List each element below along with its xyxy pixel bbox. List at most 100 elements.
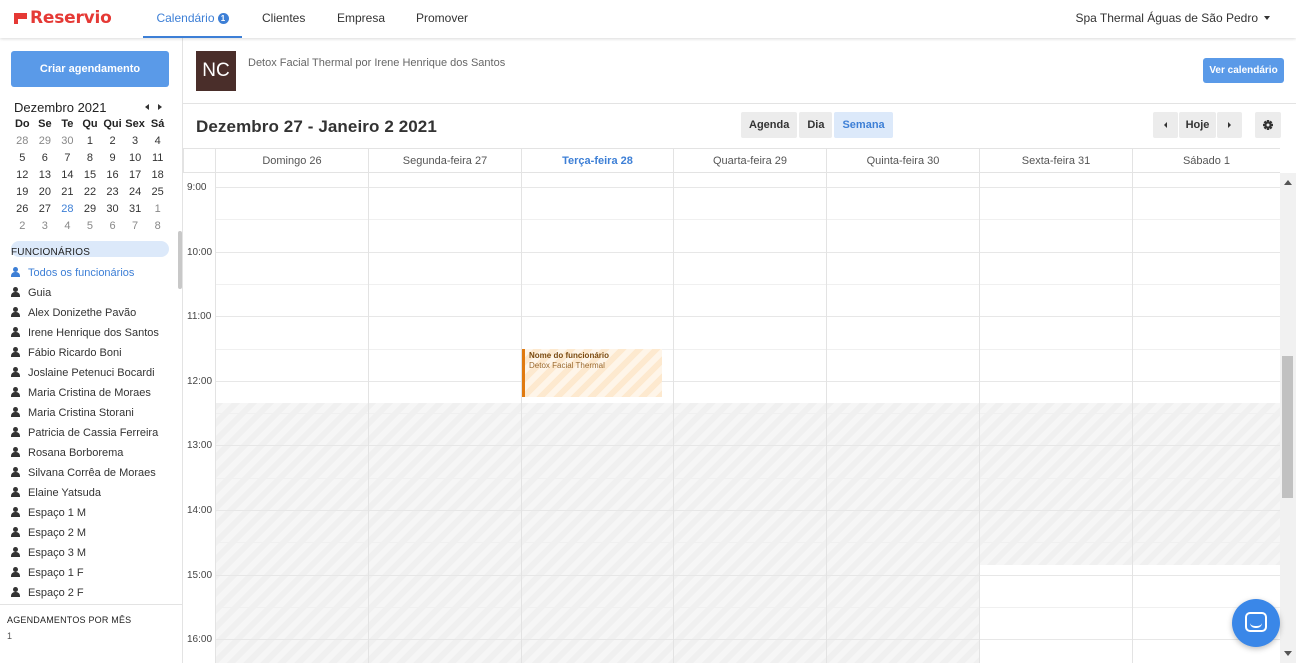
hour-label: 13:00 (187, 440, 213, 452)
nav-clientes[interactable]: Clientes (262, 0, 305, 38)
mini-calendar-day[interactable]: 3 (34, 218, 57, 235)
person-icon (11, 407, 20, 417)
logo-text: Reservio (30, 8, 112, 28)
staff-item[interactable]: Joslaine Petenuci Bocardi (11, 363, 176, 383)
staff-item[interactable]: Espaço 3 M (11, 543, 176, 563)
mini-calendar-day[interactable]: 10 (124, 150, 147, 167)
day-header[interactable]: Segunda-feira 27 (368, 148, 521, 173)
mini-calendar-day[interactable]: 17 (124, 167, 147, 184)
mini-calendar-day[interactable]: 2 (101, 133, 124, 150)
nav-promover[interactable]: Promover (416, 0, 468, 38)
mini-calendar-day[interactable]: 31 (124, 201, 147, 218)
mini-calendar-day[interactable]: 14 (56, 167, 79, 184)
prev-week-button[interactable] (1153, 112, 1178, 138)
calendar-body[interactable]: 9:00 10:00 11:00 12:00 13:00 14:00 15:00 16:00 … (183, 173, 1280, 663)
mini-calendar-day[interactable]: 28 (11, 133, 34, 150)
staff-item[interactable]: Patricia de Cassia Ferreira (11, 423, 176, 443)
mini-calendar-day[interactable]: 6 (34, 150, 57, 167)
reservio-logo[interactable]: Reservio (14, 6, 112, 30)
prev-month-icon[interactable] (145, 104, 149, 110)
divider (0, 604, 183, 605)
staff-item[interactable]: Espaço 1 M (11, 503, 176, 523)
scrollbar-thumb[interactable] (1282, 356, 1293, 498)
day-header[interactable]: Quinta-feira 30 (826, 148, 979, 173)
mini-calendar-day[interactable]: 12 (11, 167, 34, 184)
mini-calendar-day[interactable]: 8 (79, 150, 102, 167)
view-week-button[interactable]: Semana (834, 112, 893, 138)
nav-calendario[interactable]: Calendário 1 (143, 0, 242, 38)
staff-item[interactable]: Fábio Ricardo Boni (11, 343, 176, 363)
mini-calendar-day[interactable]: 20 (34, 184, 57, 201)
day-header[interactable]: Quarta-feira 29 (673, 148, 826, 173)
nav-empresa[interactable]: Empresa (337, 0, 385, 38)
time-gutter-header (183, 148, 215, 173)
next-month-icon[interactable] (158, 104, 162, 110)
calendar-scrollbar[interactable] (1280, 173, 1296, 663)
staff-item[interactable]: Espaço 2 M (11, 523, 176, 543)
today-button[interactable]: Hoje (1179, 112, 1216, 138)
mini-calendar-day[interactable]: 30 (56, 133, 79, 150)
staff-item[interactable]: Elaine Yatsuda (11, 483, 176, 503)
day-header[interactable]: Sexta-feira 31 (979, 148, 1132, 173)
staff-item[interactable]: Irene Henrique dos Santos (11, 323, 176, 343)
sidebar-scrollbar[interactable] (178, 231, 182, 289)
staff-item[interactable]: Todos os funcionários (11, 263, 176, 283)
view-calendar-button[interactable]: Ver calendário (1203, 58, 1284, 83)
mini-calendar-day[interactable]: 6 (101, 218, 124, 235)
mini-calendar-day[interactable]: 5 (11, 150, 34, 167)
mini-calendar-day[interactable]: 4 (56, 218, 79, 235)
staff-item[interactable]: Espaço 1 F (11, 563, 176, 583)
chat-icon (1245, 612, 1267, 632)
scroll-down-icon[interactable] (1284, 651, 1292, 656)
mini-calendar-day[interactable]: 21 (56, 184, 79, 201)
mini-calendar-day[interactable]: 28 (56, 201, 79, 218)
mini-calendar-day[interactable]: 18 (146, 167, 169, 184)
next-week-button[interactable] (1217, 112, 1242, 138)
mini-calendar-day[interactable]: 24 (124, 184, 147, 201)
day-header[interactable]: Terça-feira 28 (521, 148, 673, 173)
staff-item[interactable]: Guia (11, 283, 176, 303)
view-day-button[interactable]: Dia (799, 112, 833, 138)
mini-calendar-day[interactable]: 15 (79, 167, 102, 184)
mini-calendar-day[interactable]: 7 (124, 218, 147, 235)
staff-item[interactable]: Maria Cristina de Moraes (11, 383, 176, 403)
settings-button[interactable] (1255, 112, 1281, 138)
mini-calendar-day[interactable]: 25 (146, 184, 169, 201)
company-selector[interactable]: Spa Thermal Águas de São Pedro (1075, 0, 1270, 38)
staff-item[interactable]: Silvana Corrêa de Moraes (11, 463, 176, 483)
day-header[interactable]: Sábado 1 (1132, 148, 1280, 173)
mini-calendar-day[interactable]: 3 (124, 133, 147, 150)
mini-calendar-day[interactable]: 13 (34, 167, 57, 184)
mini-calendar-day[interactable]: 29 (34, 133, 57, 150)
slot-line (215, 380, 1280, 382)
staff-item[interactable]: Maria Cristina Storani (11, 403, 176, 423)
view-agenda-button[interactable]: Agenda (741, 112, 798, 138)
mini-calendar-day[interactable]: 26 (11, 201, 34, 218)
mini-calendar-day[interactable]: 27 (34, 201, 57, 218)
chat-button[interactable] (1232, 599, 1280, 647)
day-header[interactable]: Domingo 26 (215, 148, 368, 173)
mini-calendar-day[interactable]: 19 (11, 184, 34, 201)
mini-calendar-day[interactable]: 22 (79, 184, 102, 201)
create-appointment-button[interactable]: Criar agendamento (11, 51, 169, 87)
mini-calendar-day[interactable]: 1 (146, 201, 169, 218)
staff-item[interactable]: Alex Donizethe Pavão (11, 303, 176, 323)
staff-item[interactable]: Espaço 2 F (11, 583, 176, 603)
mini-calendar-day[interactable]: 11 (146, 150, 169, 167)
mini-calendar-day[interactable]: 16 (101, 167, 124, 184)
mini-calendar-day[interactable]: 23 (101, 184, 124, 201)
mini-calendar-day[interactable]: 9 (101, 150, 124, 167)
appointment-event[interactable]: Nome do funcionário Detox Facial Thermal (522, 348, 662, 397)
mini-calendar-day[interactable]: 7 (56, 150, 79, 167)
mini-calendar-day[interactable]: 8 (146, 218, 169, 235)
scroll-up-icon[interactable] (1284, 180, 1292, 185)
staff-item[interactable]: Rosana Borborema (11, 443, 176, 463)
mini-calendar-day[interactable]: 5 (79, 218, 102, 235)
mini-calendar-day[interactable]: 1 (79, 133, 102, 150)
mini-calendar-day[interactable]: 30 (101, 201, 124, 218)
mini-calendar-day[interactable]: 29 (79, 201, 102, 218)
weekday-header: Do (14, 118, 30, 130)
mini-calendar-day[interactable]: 2 (11, 218, 34, 235)
staff-name: Maria Cristina de Moraes (28, 387, 151, 399)
mini-calendar-day[interactable]: 4 (146, 133, 169, 150)
